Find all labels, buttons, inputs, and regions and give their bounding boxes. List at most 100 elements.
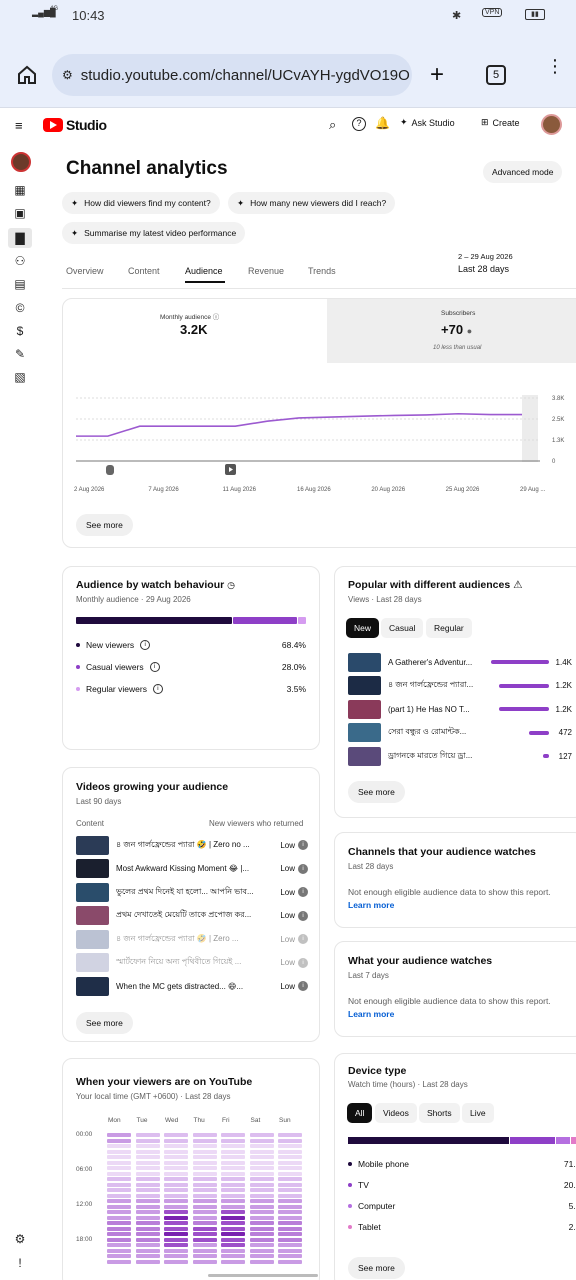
feedback-icon[interactable]: ! bbox=[11, 1254, 29, 1272]
heatmap-cell bbox=[164, 1243, 188, 1247]
audio-library-icon[interactable]: ▧ bbox=[11, 368, 29, 386]
date-range[interactable]: 2 – 29 Aug 2026 bbox=[458, 252, 513, 261]
chip-regular[interactable]: Regular bbox=[426, 618, 472, 638]
device-bar bbox=[348, 1137, 576, 1144]
legend-dot bbox=[76, 643, 80, 647]
heatmap-cell bbox=[135, 1232, 160, 1236]
chip-new[interactable]: New bbox=[346, 618, 380, 638]
info-icon[interactable]: i bbox=[298, 934, 308, 944]
heatmap-day-label: Tue bbox=[136, 1117, 148, 1124]
popular-video-row[interactable]: (part 1) He Has NO T... 1.2K bbox=[348, 699, 576, 719]
heatmap-cell bbox=[278, 1215, 302, 1220]
tab-count-button[interactable]: 5 bbox=[486, 65, 506, 85]
growing-video-row[interactable]: প্রথম দেখাতেই মেয়েটি তাকে প্রপোজ কর... L… bbox=[76, 906, 308, 926]
heatmap-cell bbox=[278, 1149, 302, 1154]
growing-video-row[interactable]: ৪ জন গার্লফ্রেন্ডের প্যারা 🤣 | Zero ... L… bbox=[76, 929, 308, 949]
x-tick-label: 29 Aug ... bbox=[520, 487, 546, 493]
see-more-button[interactable]: See more bbox=[348, 1257, 405, 1279]
info-icon[interactable]: i bbox=[149, 662, 160, 672]
tab-content[interactable]: Content bbox=[128, 266, 160, 276]
prompt-chip-2[interactable]: ✦ How many new viewers did I reach? bbox=[228, 192, 396, 214]
popular-video-row[interactable]: ৪ জন গার্লফ্রেন্ডের প্যারা... 1.2K bbox=[348, 676, 576, 696]
info-icon[interactable]: i bbox=[298, 981, 308, 991]
bluetooth-icon: ✱ bbox=[452, 10, 462, 22]
notifications-icon[interactable]: 🔔 bbox=[375, 116, 390, 130]
dashboard-icon[interactable]: ▦ bbox=[11, 181, 29, 199]
info-icon[interactable]: i bbox=[298, 840, 308, 850]
info-icon[interactable]: i bbox=[298, 863, 308, 874]
see-more-button[interactable]: See more bbox=[76, 514, 133, 536]
chip-live[interactable]: Live bbox=[462, 1103, 494, 1123]
search-icon[interactable]: ⌕ bbox=[329, 117, 336, 133]
hamburger-menu-icon[interactable]: ≡ bbox=[15, 118, 23, 133]
see-more-button[interactable]: See more bbox=[348, 781, 405, 803]
heatmap-cell bbox=[221, 1193, 245, 1198]
customization-icon[interactable]: ✎ bbox=[11, 345, 29, 363]
heatmap-cell bbox=[135, 1133, 160, 1137]
growing-video-row[interactable]: ভুলের প্রথম দিনেই যা হলো... আপনি ভাব... L… bbox=[76, 882, 308, 902]
column-header-returned: New viewers who returned bbox=[209, 819, 304, 828]
popular-video-row[interactable]: A Gatherer's Adventur... 1.4K bbox=[348, 652, 576, 672]
info-icon[interactable]: i bbox=[152, 684, 163, 694]
tab-overview[interactable]: Overview bbox=[66, 266, 104, 276]
analytics-icon[interactable]: ▇ bbox=[8, 228, 32, 248]
community-icon[interactable]: ⚇ bbox=[11, 252, 29, 270]
advanced-mode-button[interactable]: Advanced mode bbox=[483, 161, 563, 183]
popular-video-row[interactable]: সেরা বন্ধুর ও রোমান্টক... 472 bbox=[348, 723, 576, 743]
learn-more-link[interactable]: Learn more bbox=[348, 1009, 394, 1019]
device-label: Tablet bbox=[358, 1222, 381, 1232]
ask-studio-button[interactable]: ✦ Ask Studio bbox=[400, 117, 455, 128]
heatmap-cell bbox=[221, 1210, 245, 1214]
behaviour-value: 28.0% bbox=[281, 662, 306, 672]
growing-video-row[interactable]: স্মার্টফোন নিয়ে অন্য পৃথিবীতে গিয়েই ..… bbox=[76, 953, 308, 973]
growing-video-row[interactable]: Most Awkward Kissing Moment 😂 |... Low i bbox=[76, 859, 308, 879]
info-icon[interactable]: i bbox=[298, 887, 308, 897]
growing-video-row[interactable]: When the MC gets distracted... 😄... Low i bbox=[76, 976, 308, 996]
y-tick-label: 1.3K bbox=[552, 438, 564, 444]
more-vert-icon[interactable]: ⋮ bbox=[546, 57, 564, 75]
legend-dot bbox=[348, 1183, 352, 1187]
subtitles-icon[interactable]: ▤ bbox=[11, 275, 29, 293]
info-icon[interactable]: i bbox=[140, 640, 151, 650]
info-icon[interactable]: i bbox=[298, 957, 308, 968]
tab-revenue[interactable]: Revenue bbox=[248, 266, 284, 276]
heatmap-cell bbox=[192, 1199, 217, 1203]
chip-all[interactable]: All bbox=[347, 1103, 373, 1123]
prompt-chip-3[interactable]: ✦ Summarise my latest video performance bbox=[62, 222, 246, 244]
date-range-label[interactable]: Last 28 days bbox=[458, 264, 509, 274]
shorts-marker-icon[interactable] bbox=[105, 464, 115, 476]
heatmap-cell bbox=[278, 1248, 302, 1253]
site-settings-icon[interactable]: ⚙ bbox=[62, 68, 73, 82]
video-marker-icon[interactable] bbox=[225, 464, 236, 475]
help-icon[interactable]: ? bbox=[352, 117, 366, 131]
see-more-button[interactable]: See more bbox=[76, 1012, 133, 1034]
learn-more-link[interactable]: Learn more bbox=[348, 900, 394, 910]
heatmap-cell bbox=[164, 1204, 188, 1209]
chip-casual[interactable]: Casual bbox=[381, 618, 424, 638]
prompt-chip-1[interactable]: ✦ How did viewers find my content? bbox=[62, 192, 220, 214]
earn-icon[interactable]: $ bbox=[11, 322, 29, 340]
copyright-icon[interactable]: © bbox=[11, 299, 29, 317]
heatmap-column bbox=[107, 1133, 131, 1265]
heatmap-cell bbox=[135, 1259, 160, 1264]
youtube-logo[interactable] bbox=[43, 118, 63, 132]
chip-videos[interactable]: Videos bbox=[375, 1103, 417, 1123]
url-bar[interactable]: ⚙ studio.youtube.com/channel/UCvAYH-ygdV… bbox=[52, 54, 412, 96]
heatmap-cell bbox=[135, 1254, 160, 1258]
info-icon[interactable]: i bbox=[298, 910, 308, 921]
channel-avatar[interactable] bbox=[11, 152, 31, 172]
tab-audience[interactable]: Audience bbox=[185, 266, 223, 276]
chip-shorts[interactable]: Shorts bbox=[419, 1103, 460, 1123]
new-tab-icon[interactable]: + bbox=[430, 61, 444, 89]
heatmap-cell bbox=[221, 1254, 245, 1258]
growing-video-row[interactable]: ৪ জন গার্লফ্রেন্ডের প্যারা 🤣 | Zero no .… bbox=[76, 835, 308, 855]
home-icon[interactable] bbox=[16, 64, 38, 86]
heatmap-cell bbox=[107, 1138, 131, 1143]
settings-icon[interactable]: ⚙ bbox=[11, 1230, 29, 1248]
tab-trends[interactable]: Trends bbox=[308, 266, 336, 276]
account-avatar[interactable] bbox=[541, 114, 562, 135]
popular-video-row[interactable]: ড্রাগনকে মারতে গিয়ে ড্রা... 127 bbox=[348, 746, 576, 766]
heatmap-cell bbox=[164, 1188, 188, 1192]
content-icon[interactable]: ▣ bbox=[11, 204, 29, 222]
create-button[interactable]: ⊞ Create bbox=[481, 117, 520, 128]
